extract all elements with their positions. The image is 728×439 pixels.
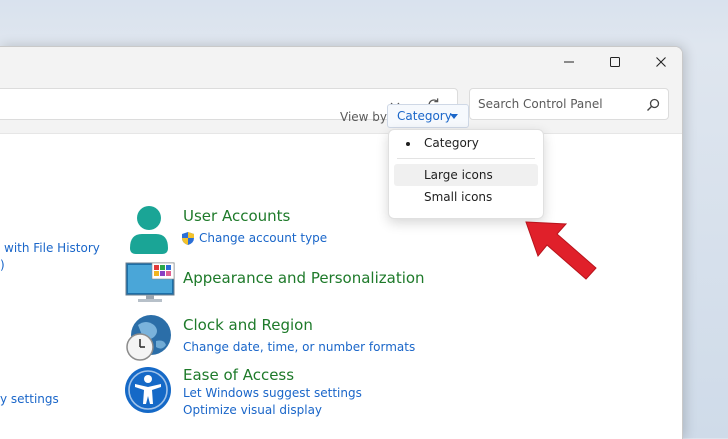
selected-bullet-icon	[406, 142, 410, 146]
menu-item-large-icons[interactable]: Large icons	[394, 164, 538, 186]
category-title-ease-of-access[interactable]: Ease of Access	[183, 366, 294, 384]
minimize-button[interactable]	[546, 47, 592, 77]
menu-item-label: Small icons	[424, 190, 493, 204]
left-link-fragment[interactable]: )	[0, 258, 5, 272]
menu-item-category[interactable]: Category	[394, 132, 538, 154]
accessibility-icon	[125, 367, 171, 413]
link-change-account-type[interactable]: Change account type	[199, 231, 327, 245]
toolbar	[0, 77, 682, 134]
maximize-icon	[610, 57, 620, 67]
search-input[interactable]	[478, 95, 638, 113]
view-by-dropdown[interactable]: Category	[387, 104, 469, 128]
view-by-selected: Category	[397, 109, 452, 123]
close-button[interactable]	[638, 47, 682, 77]
menu-separator	[397, 158, 535, 159]
search-box[interactable]	[469, 88, 669, 120]
left-link-settings[interactable]: y settings	[0, 392, 59, 406]
menu-item-label: Large icons	[424, 168, 493, 182]
uac-shield-icon	[182, 232, 194, 245]
monitor-icon	[125, 262, 175, 302]
category-title-clock-region[interactable]: Clock and Region	[183, 316, 313, 334]
title-bar	[0, 47, 682, 77]
view-by-menu: Category Large icons Small icons	[388, 129, 544, 219]
minimize-icon	[564, 61, 574, 63]
menu-item-label: Category	[424, 136, 479, 150]
close-icon	[656, 57, 666, 67]
search-icon[interactable]	[645, 97, 661, 113]
category-title-user-accounts[interactable]: User Accounts	[183, 207, 290, 225]
link-optimize-display[interactable]: Optimize visual display	[183, 403, 322, 417]
menu-item-small-icons[interactable]: Small icons	[394, 186, 538, 208]
clock-globe-icon	[126, 315, 171, 361]
link-suggest-settings[interactable]: Let Windows suggest settings	[183, 386, 362, 400]
left-link-file-history[interactable]: with File History	[4, 241, 100, 255]
view-by-label: View by:	[340, 110, 391, 124]
user-icon	[130, 206, 168, 254]
maximize-button[interactable]	[592, 47, 638, 77]
link-change-formats[interactable]: Change date, time, or number formats	[183, 340, 415, 354]
category-title-appearance[interactable]: Appearance and Personalization	[183, 269, 425, 287]
caret-down-icon	[450, 114, 458, 119]
annotation-arrow-icon	[525, 221, 597, 280]
desktop-backdrop-right	[682, 46, 728, 438]
desktop-backdrop	[0, 0, 728, 46]
